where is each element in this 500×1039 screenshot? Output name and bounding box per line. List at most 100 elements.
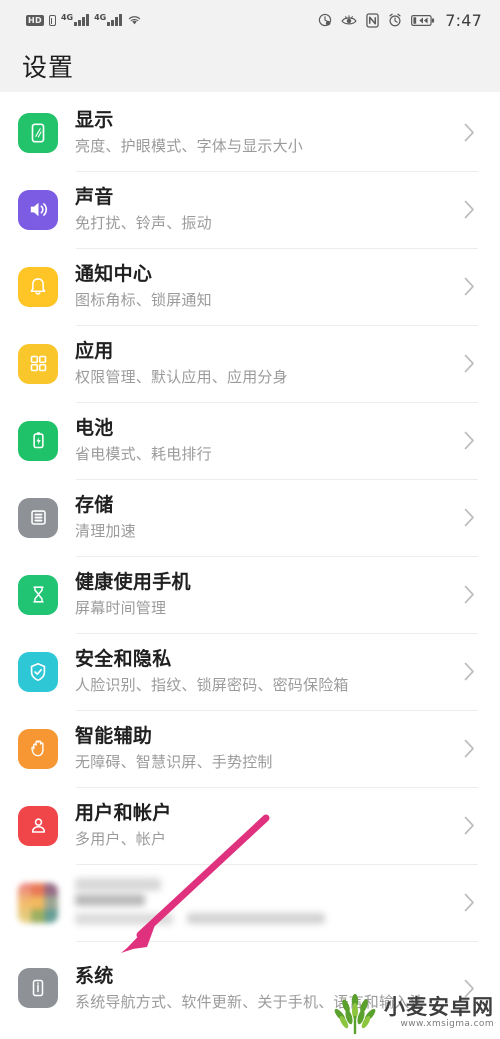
- alarm-icon: [388, 13, 402, 27]
- system-info-icon: [18, 968, 58, 1008]
- settings-item-title: 声音: [75, 186, 114, 208]
- chevron-right-icon[interactable]: [458, 893, 480, 912]
- settings-item-censored[interactable]: [0, 864, 500, 941]
- bell-icon: [18, 266, 58, 307]
- settings-item-subtitle: 清理加速: [75, 522, 136, 540]
- storage-icon: [18, 497, 58, 538]
- settings-item-title: 安全和隐私: [75, 648, 172, 670]
- blurred-title-line: [75, 877, 161, 891]
- watermark-url: www.xmsigma.com: [400, 1019, 494, 1029]
- page-title: 设置: [22, 53, 75, 82]
- settings-item-storage[interactable]: 存储 清理加速: [0, 479, 500, 556]
- settings-item-text: 通知中心 图标角标、锁屏通知: [75, 262, 458, 311]
- settings-item-title: 应用: [75, 340, 114, 362]
- settings-item-title: 显示: [75, 109, 114, 131]
- row-divider: [76, 479, 478, 480]
- settings-item-title: 用户和帐户: [75, 802, 172, 824]
- row-divider: [76, 248, 478, 249]
- status-bar-right-icons: 7:47: [318, 11, 482, 30]
- chevron-right-icon[interactable]: [458, 200, 480, 219]
- site-watermark: 小麦安卓网 www.xmsigma.com: [331, 991, 494, 1035]
- settings-item-subtitle: 省电模式、耗电排行: [75, 445, 212, 463]
- settings-item-digital-balance[interactable]: 健康使用手机 屏幕时间管理: [0, 556, 500, 633]
- chevron-right-icon[interactable]: [458, 431, 480, 450]
- hourglass-icon: [18, 574, 58, 615]
- hand-icon: [18, 728, 58, 769]
- status-bar: HD 4G 4G 7:47: [0, 0, 500, 40]
- row-divider: [76, 171, 478, 172]
- settings-item-text: 智能辅助 无障碍、智慧识屏、手势控制: [75, 724, 458, 773]
- settings-item-subtitle: 免打扰、铃声、振动: [75, 214, 212, 232]
- settings-item-notifications[interactable]: 通知中心 图标角标、锁屏通知: [0, 248, 500, 325]
- settings-item-text: 声音 免打扰、铃声、振动: [75, 185, 458, 234]
- battery-icon: [18, 420, 58, 461]
- settings-item-display[interactable]: 显示 亮度、护眼模式、字体与显示大小: [0, 94, 500, 171]
- wifi-icon: [127, 14, 142, 26]
- chevron-right-icon[interactable]: [458, 508, 480, 527]
- settings-item-subtitle: 屏幕时间管理: [75, 599, 167, 617]
- battery-icon: [411, 14, 435, 27]
- nfc-icon: [366, 12, 379, 28]
- settings-item-subtitle: 人脸识别、指纹、锁屏密码、密码保险箱: [75, 676, 349, 694]
- settings-item-smart-assistance[interactable]: 智能辅助 无障碍、智慧识屏、手势控制: [0, 710, 500, 787]
- chevron-right-icon[interactable]: [458, 739, 480, 758]
- chevron-right-icon[interactable]: [458, 277, 480, 296]
- row-divider: [76, 941, 478, 942]
- settings-item-sound[interactable]: 声音 免打扰、铃声、振动: [0, 171, 500, 248]
- chevron-right-icon[interactable]: [458, 123, 480, 142]
- volte-icon: [48, 15, 56, 26]
- blurred-subtitle-line: [187, 912, 325, 924]
- settings-item-text: 显示 亮度、护眼模式、字体与显示大小: [75, 108, 458, 157]
- settings-item-text: 应用 权限管理、默认应用、应用分身: [75, 339, 458, 388]
- network-type-label-1: 4G: [60, 13, 74, 22]
- settings-item-subtitle: 多用户、帐户: [75, 830, 167, 848]
- signal-4g-icon-2: 4G: [94, 13, 123, 26]
- settings-item-apps[interactable]: 应用 权限管理、默认应用、应用分身: [0, 325, 500, 402]
- settings-item-title: 智能辅助: [75, 725, 153, 747]
- status-bar-left-icons: HD 4G 4G: [18, 14, 142, 26]
- settings-item-subtitle: 亮度、护眼模式、字体与显示大小: [75, 137, 304, 155]
- watermark-title: 小麦安卓网: [384, 995, 494, 1019]
- page-header: 设置: [0, 40, 500, 92]
- hd-icon: HD: [26, 15, 44, 26]
- chevron-right-icon[interactable]: [458, 354, 480, 373]
- settings-item-subtitle: 图标角标、锁屏通知: [75, 291, 212, 309]
- settings-item-subtitle: 权限管理、默认应用、应用分身: [75, 368, 288, 386]
- blurred-title-line: [75, 893, 145, 906]
- settings-item-text: 安全和隐私 人脸识别、指纹、锁屏密码、密码保险箱: [75, 647, 458, 696]
- chevron-right-icon[interactable]: [458, 585, 480, 604]
- settings-item-text: 存储 清理加速: [75, 493, 458, 542]
- row-divider: [76, 402, 478, 403]
- chevron-right-icon[interactable]: [458, 816, 480, 835]
- settings-item-title: 通知中心: [75, 263, 153, 285]
- chevron-right-icon[interactable]: [458, 662, 480, 681]
- settings-item-users-accounts[interactable]: 用户和帐户 多用户、帐户: [0, 787, 500, 864]
- data-saver-icon: [318, 13, 332, 27]
- settings-item-title: 存储: [75, 494, 114, 516]
- row-divider: [76, 633, 478, 634]
- wheat-logo-icon: [334, 994, 376, 1035]
- settings-list[interactable]: 显示 亮度、护眼模式、字体与显示大小 声音 免打扰、铃声、振动 通知中心 图标角…: [0, 92, 500, 1039]
- row-divider: [76, 325, 478, 326]
- settings-item-security[interactable]: 安全和隐私 人脸识别、指纹、锁屏密码、密码保险箱: [0, 633, 500, 710]
- settings-item-text: 电池 省电模式、耗电排行: [75, 416, 458, 465]
- apps-grid-icon: [18, 343, 58, 384]
- sound-icon: [18, 189, 58, 230]
- shield-check-icon: [18, 651, 58, 692]
- eye-comfort-icon: [341, 14, 357, 27]
- settings-item-title: 电池: [75, 417, 114, 439]
- settings-item-title: 健康使用手机: [75, 571, 191, 593]
- row-divider: [76, 787, 478, 788]
- blurred-multicolor-icon: [18, 882, 58, 923]
- settings-item-text: 健康使用手机 屏幕时间管理: [75, 570, 458, 619]
- network-type-label-2: 4G: [94, 13, 107, 22]
- settings-item-battery[interactable]: 电池 省电模式、耗电排行: [0, 402, 500, 479]
- user-account-icon: [18, 805, 58, 846]
- blurred-subtitle-line: [75, 912, 173, 925]
- row-divider: [76, 864, 478, 865]
- row-divider: [76, 710, 478, 711]
- settings-item-title: 系统: [75, 964, 114, 987]
- display-icon: [18, 112, 58, 153]
- settings-item-text: 用户和帐户 多用户、帐户: [75, 801, 458, 850]
- settings-item-subtitle: 无障碍、智慧识屏、手势控制: [75, 753, 273, 771]
